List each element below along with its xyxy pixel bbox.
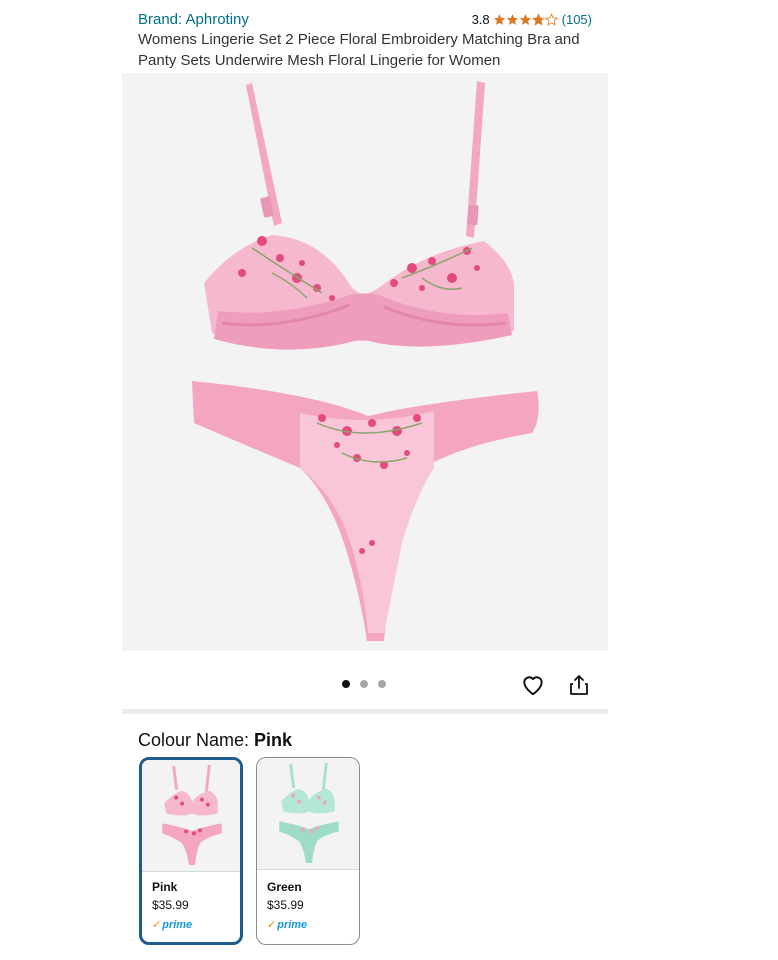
product-image-carousel[interactable] (122, 73, 608, 651)
product-header: Brand: Aphrotiny 3.8 (105) (138, 9, 592, 29)
prime-label: prime (162, 918, 193, 931)
swatch-thumbnail-green (279, 762, 339, 864)
star-full-icon (506, 13, 518, 25)
prime-label: prime (277, 918, 308, 931)
prime-check-icon: ✓ (152, 919, 162, 931)
rating-value: 3.8 (471, 11, 490, 27)
share-icon[interactable] (567, 672, 591, 698)
swatch-thumbnail-pink (162, 764, 222, 866)
star-partial-icon (531, 12, 545, 26)
carousel-pagination (342, 680, 386, 688)
product-page: Brand: Aphrotiny 3.8 (105) Womens Linger… (122, 0, 608, 960)
section-divider (122, 709, 608, 714)
colour-swatch-pink[interactable]: Pink $35.99 ✓ prime (139, 757, 243, 945)
swatch-name: Pink (152, 880, 178, 894)
colour-swatch-green[interactable]: Green $35.99 ✓ prime (256, 757, 360, 945)
heart-icon[interactable] (520, 672, 546, 698)
colour-label-prefix: Colour Name: (138, 730, 255, 750)
star-empty-icon (544, 12, 558, 26)
image-controls (122, 664, 608, 706)
review-count: (105) (561, 11, 592, 27)
swatch-image (257, 758, 359, 870)
prime-badge: ✓ prime (267, 918, 308, 932)
carousel-dot[interactable] (378, 680, 386, 688)
colour-name-label: Colour Name: Pink (138, 730, 292, 751)
star-full-icon (493, 13, 505, 25)
star-rating (493, 12, 558, 26)
swatch-name: Green (267, 880, 302, 894)
prime-check-icon: ✓ (267, 919, 277, 931)
carousel-dot-active[interactable] (342, 680, 350, 688)
colour-selected-value: Pink (254, 730, 293, 750)
product-image (192, 81, 539, 641)
swatch-image (142, 760, 240, 872)
brand-link[interactable]: Brand: Aphrotiny (138, 11, 249, 28)
product-title: Womens Lingerie Set 2 Piece Floral Embro… (138, 31, 580, 69)
carousel-dot[interactable] (360, 680, 368, 688)
swatch-price: $35.99 (267, 898, 304, 912)
star-full-icon (519, 13, 531, 25)
rating-summary[interactable]: 3.8 (105) (472, 12, 592, 27)
prime-badge: ✓ prime (152, 918, 193, 932)
swatch-price: $35.99 (152, 898, 189, 912)
